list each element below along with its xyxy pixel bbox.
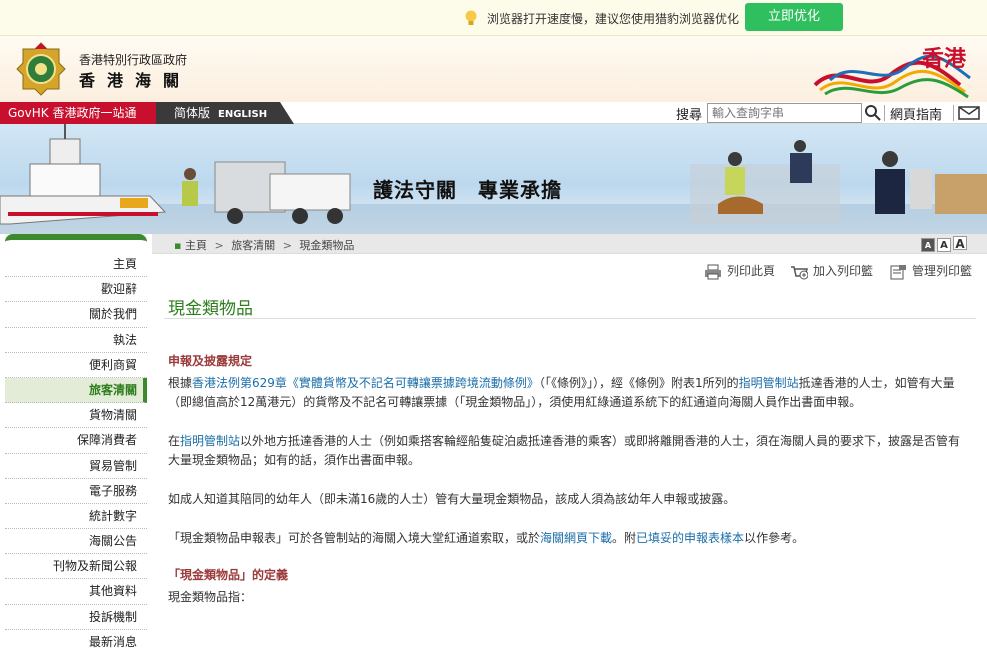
- add-basket-icon: [791, 265, 808, 279]
- title-divider: [164, 318, 976, 319]
- sidebar-item-publications[interactable]: 刊物及新聞公報: [5, 554, 147, 580]
- nav-divider: [953, 105, 954, 121]
- top-nav-strip: GovHK 香港政府一站通 简体版 ENGLISH 搜尋 網頁指南: [0, 102, 987, 124]
- paragraph-3: 如成人知道其陪同的幼年人（即未滿16歲的人士）管有大量現金類物品，該成人須為該幼…: [168, 492, 736, 506]
- banner-slogan: 護法守關 專業承擔: [373, 178, 562, 202]
- text-segment: 「現金類物品申報表」可於各管制站的海關入境大堂紅通道索取，或於: [168, 531, 541, 545]
- manage-basket-icon: [890, 264, 906, 279]
- sidebar-item-about[interactable]: 關於我們: [5, 302, 147, 328]
- page-title: 現金類物品: [168, 299, 253, 319]
- breadcrumb-separator: >: [214, 239, 224, 252]
- font-size-large-button[interactable]: A: [953, 236, 967, 251]
- hk-logo-text: 香港: [922, 47, 967, 72]
- sidebar-item-enforcement[interactable]: 執法: [5, 327, 147, 353]
- sidebar-item-trade-controls[interactable]: 貿易管制: [5, 453, 147, 479]
- main-content: 申報及披露規定 根據香港法例第629章《實體貨幣及不記名可轉讓票據跨境流動條例》…: [168, 352, 968, 607]
- optimize-button[interactable]: 立即优化: [745, 3, 843, 31]
- download-form-link[interactable]: 海關網頁下載: [540, 531, 612, 545]
- simplified-chinese-link[interactable]: 简体版: [174, 106, 210, 120]
- ordinance-cap629-link[interactable]: 香港法例第629章《實體貨幣及不記名可轉讓票據跨境流動條例》: [192, 376, 539, 390]
- sidebar-item-latest-news[interactable]: 最新消息: [5, 629, 147, 648]
- sidebar-item-statistics[interactable]: 統計數字: [5, 503, 147, 530]
- govhk-link[interactable]: GovHK 香港政府一站通: [0, 102, 156, 124]
- manage-print-basket-tool[interactable]: 管理列印籃: [889, 262, 972, 280]
- sample-form-link[interactable]: 已填妥的申報表樣本: [636, 531, 744, 545]
- specified-control-point-link-2[interactable]: 指明管制站: [180, 434, 240, 448]
- brand-hong-kong-logo: 香港: [813, 47, 971, 99]
- text-segment: 以外地方抵達香港的人士（例如乘搭客輪經船隻碇泊處抵達香港的乘客）或即將離開香港的…: [168, 434, 961, 467]
- text-segment: 在: [168, 434, 181, 448]
- sidebar-item-welcome[interactable]: 歡迎辭: [5, 277, 147, 303]
- notice-message: 浏览器打开速度慢，建议您使用猎豹浏览器优化: [487, 12, 740, 26]
- paragraph-2: 在指明管制站以外地方抵達香港的人士（例如乘搭客輪經船隻碇泊處抵達香港的乘客）或即…: [168, 432, 968, 470]
- language-switcher: 简体版 ENGLISH: [156, 102, 294, 124]
- search-input[interactable]: [707, 103, 862, 123]
- search-label: 搜尋: [676, 108, 703, 123]
- breadcrumb-home[interactable]: 主頁: [185, 239, 207, 252]
- sidebar-item-notices[interactable]: 海關公告: [5, 529, 147, 555]
- font-size-small-button[interactable]: A: [921, 238, 935, 252]
- sidebar-item-passenger-clearance[interactable]: 旅客清關: [5, 377, 147, 404]
- lightbulb-icon: [465, 10, 477, 25]
- sidebar-item-e-services[interactable]: 電子服務: [5, 478, 147, 504]
- text-segment: 以作參考。: [744, 531, 805, 545]
- mail-icon[interactable]: [958, 106, 980, 120]
- sidebar-item-home[interactable]: 主頁: [5, 252, 147, 278]
- section-heading-declaration: 申報及披露規定: [168, 354, 253, 368]
- nav-divider: [884, 105, 885, 121]
- customs-emblem-logo[interactable]: [15, 41, 67, 97]
- print-label[interactable]: 列印此頁: [727, 264, 775, 278]
- breadcrumb: ▪ 主頁 > 旅客清關 > 現金類物品: [174, 237, 354, 253]
- bullet-icon: ▪: [174, 239, 182, 252]
- text-segment: 根據: [168, 376, 193, 390]
- specified-control-point-link[interactable]: 指明管制站: [739, 376, 799, 390]
- breadcrumb-current: 現金類物品: [299, 239, 355, 252]
- paragraph-1: 根據香港法例第629章《實體貨幣及不記名可轉讓票據跨境流動條例》（「《條例》」）…: [168, 374, 968, 412]
- search-icon[interactable]: [864, 104, 882, 122]
- section-heading-definition: 「現金類物品」的定義: [168, 568, 289, 582]
- sidebar-item-other-info[interactable]: 其他資料: [5, 579, 147, 605]
- add-print-basket-label[interactable]: 加入列印籃: [813, 264, 873, 278]
- browser-notice-bar: 浏览器打开速度慢，建议您使用猎豹浏览器优化 立即优化: [0, 0, 987, 36]
- breadcrumb-separator: >: [282, 239, 292, 252]
- sidebar-item-complaints[interactable]: 投訴機制: [5, 604, 147, 630]
- org-name-line2: 香港海關: [79, 71, 192, 90]
- paragraph-4: 「現金類物品申報表」可於各管制站的海關入境大堂紅通道索取，或於海關網頁下載。附已…: [168, 529, 968, 548]
- text-segment: （「《條例》」），經《條例》附表1所列的: [538, 376, 739, 390]
- site-header: 香港特別行政區政府 香港海關 香港: [0, 36, 987, 102]
- printer-icon: [705, 264, 721, 279]
- print-tool[interactable]: 列印此頁: [704, 262, 775, 280]
- sidebar-cap: [5, 234, 147, 252]
- left-sidebar-menu: 主頁 歡迎辭 關於我們 執法 便利商貿 旅客清關 貨物清關 保障消費者 貿易管制…: [5, 234, 147, 648]
- hero-banner: 護法守關 專業承擔: [0, 124, 987, 234]
- text-segment: 。附: [612, 531, 637, 545]
- sidebar-item-cargo-clearance[interactable]: 貨物清關: [5, 403, 147, 429]
- sidebar-item-trade-facilitation[interactable]: 便利商貿: [5, 352, 147, 378]
- breadcrumb-passenger-clearance[interactable]: 旅客清關: [231, 239, 275, 252]
- manage-print-basket-label[interactable]: 管理列印籃: [912, 264, 972, 278]
- english-link[interactable]: ENGLISH: [218, 109, 267, 120]
- site-guide-link[interactable]: 網頁指南: [890, 104, 942, 123]
- paragraph-5: 現金類物品指：: [168, 590, 253, 604]
- font-size-medium-button[interactable]: A: [937, 238, 951, 252]
- breadcrumb-bar: ▪ 主頁 > 旅客清關 > 現金類物品 AAA: [152, 234, 987, 254]
- org-name-line1: 香港特別行政區政府: [79, 53, 188, 67]
- add-print-basket-tool[interactable]: 加入列印籃: [790, 262, 873, 280]
- font-size-controls: AAA: [921, 236, 969, 252]
- sidebar-item-consumer-protection[interactable]: 保障消費者: [5, 428, 147, 454]
